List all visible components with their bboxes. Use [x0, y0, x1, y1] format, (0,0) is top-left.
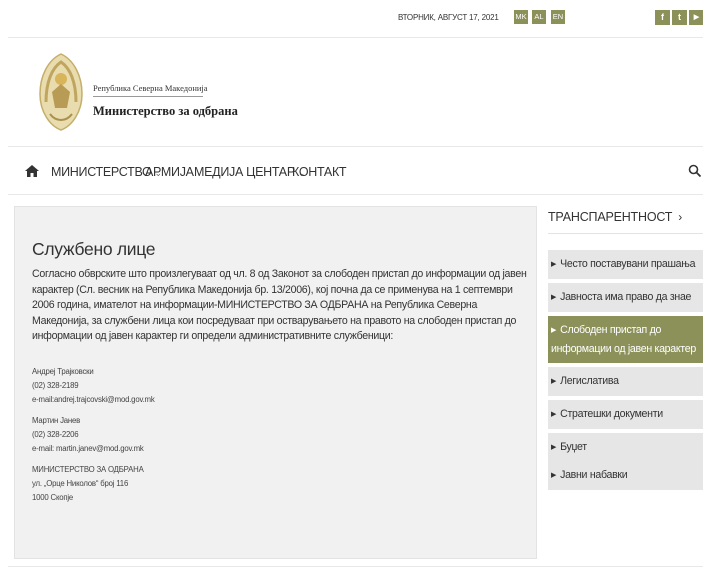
coat-of-arms-logo[interactable]: [38, 52, 84, 132]
address-city: 1000 Скопје: [32, 493, 74, 502]
divider: [8, 566, 703, 567]
home-icon[interactable]: [24, 164, 40, 178]
main-content-panel: Службено лице Согласно обврските што про…: [14, 206, 537, 559]
caret-right-icon: ▶: [551, 294, 557, 301]
nav-item-label: КОНТАКТ: [292, 165, 347, 179]
sidebar-item-label: Јавни набавки: [560, 469, 628, 481]
nav-item-label: АРМИЈА: [145, 165, 194, 179]
sidebar-item-label: Стратешки документи: [560, 408, 663, 420]
intro-paragraph: Согласно обврските што произлегуваат од …: [32, 268, 527, 343]
sidebar-item-label: Легислатива: [560, 375, 619, 387]
address-street: ул. „Орце Николов“ број 116: [32, 479, 129, 488]
sidebar-title[interactable]: ТРАНСПАРЕНТНОСТ ›: [548, 210, 682, 224]
caret-right-icon: ▶: [551, 327, 557, 334]
contact-name: Андреј Трајковски: [32, 367, 94, 376]
sidebar-item-label: Јавноста има право да знае: [560, 291, 692, 303]
language-mk-button[interactable]: MK: [514, 10, 528, 24]
sidebar-title-label: ТРАНСПАРЕНТНОСТ: [548, 210, 673, 224]
contact-email[interactable]: e-mail: martin.janev@mod.gov.mk: [32, 442, 144, 456]
contact-name: Мартин Јанев: [32, 416, 81, 425]
contact-phone: (02) 328-2206: [32, 430, 79, 439]
language-al-button[interactable]: AL: [532, 10, 546, 24]
twitter-icon[interactable]: t: [672, 10, 687, 25]
divider: [8, 37, 703, 38]
brand-subtitle: Република Северна Македонија: [93, 83, 208, 93]
chevron-right-icon: ›: [678, 210, 682, 224]
sidebar-item-faq[interactable]: ▶ Често поставувани прашања: [548, 250, 703, 279]
top-bar: ВТОРНИК, АВГУСТ 17, 2021 MK AL EN f t ▶: [0, 0, 703, 36]
caret-right-icon: ▶: [551, 444, 557, 451]
caret-right-icon: ▶: [551, 378, 557, 385]
current-date: ВТОРНИК, АВГУСТ 17, 2021: [398, 13, 499, 22]
caret-right-icon: ▶: [551, 472, 557, 479]
brand-underline: [93, 96, 203, 97]
search-icon[interactable]: [688, 164, 702, 178]
nav-item-contact[interactable]: КОНТАКТ: [292, 165, 347, 179]
main-nav: МИНИСТЕРСТВО ⌄ АРМИЈА МЕДИЈА ЦЕНТАР ⌄ КОНТ…: [0, 150, 703, 194]
nav-item-army[interactable]: АРМИЈА: [145, 165, 194, 179]
sidebar-item-label: Често поставувани прашања: [560, 258, 696, 270]
page-title: Службено лице: [32, 239, 156, 259]
sidebar-item-budget[interactable]: ▶ Буџет: [548, 433, 703, 462]
nav-item-label: МЕДИЈА ЦЕНТАР: [194, 165, 295, 179]
language-en-button[interactable]: EN: [551, 10, 565, 24]
address-organization: МИНИСТЕРСТВО ЗА ОДБРАНА: [32, 465, 144, 474]
sidebar-item-public-procurement[interactable]: ▶ Јавни набавки: [548, 461, 703, 490]
sidebar-item-free-access-to-information[interactable]: ▶ Слободен пристап до информации од јавен…: [548, 316, 703, 363]
divider: [8, 146, 703, 147]
brand-title[interactable]: Министерство за одбрана: [93, 104, 238, 119]
divider: [8, 194, 703, 195]
sidebar-item-strategic-documents[interactable]: ▶ Стратешки документи: [548, 400, 703, 429]
sidebar-item-label: Слободен пристап до информации од јавен …: [551, 324, 696, 355]
divider: [548, 233, 703, 234]
sidebar-item-public-right-to-know[interactable]: ▶ Јавноста има право да знае: [548, 283, 703, 312]
nav-item-label: МИНИСТЕРСТВО: [51, 165, 152, 179]
contact-email[interactable]: e-mail:andrej.trajcovski@mod.gov.mk: [32, 393, 155, 407]
youtube-icon[interactable]: ▶: [689, 10, 703, 25]
caret-right-icon: ▶: [551, 411, 557, 418]
sidebar-item-legislation[interactable]: ▶ Легислатива: [548, 367, 703, 396]
sidebar-item-label: Буџет: [560, 441, 587, 453]
nav-item-media-center[interactable]: МЕДИЈА ЦЕНТАР ⌄: [194, 165, 305, 179]
contact-phone: (02) 328-2189: [32, 381, 79, 390]
caret-right-icon: ▶: [551, 261, 557, 268]
facebook-icon[interactable]: f: [655, 10, 670, 25]
